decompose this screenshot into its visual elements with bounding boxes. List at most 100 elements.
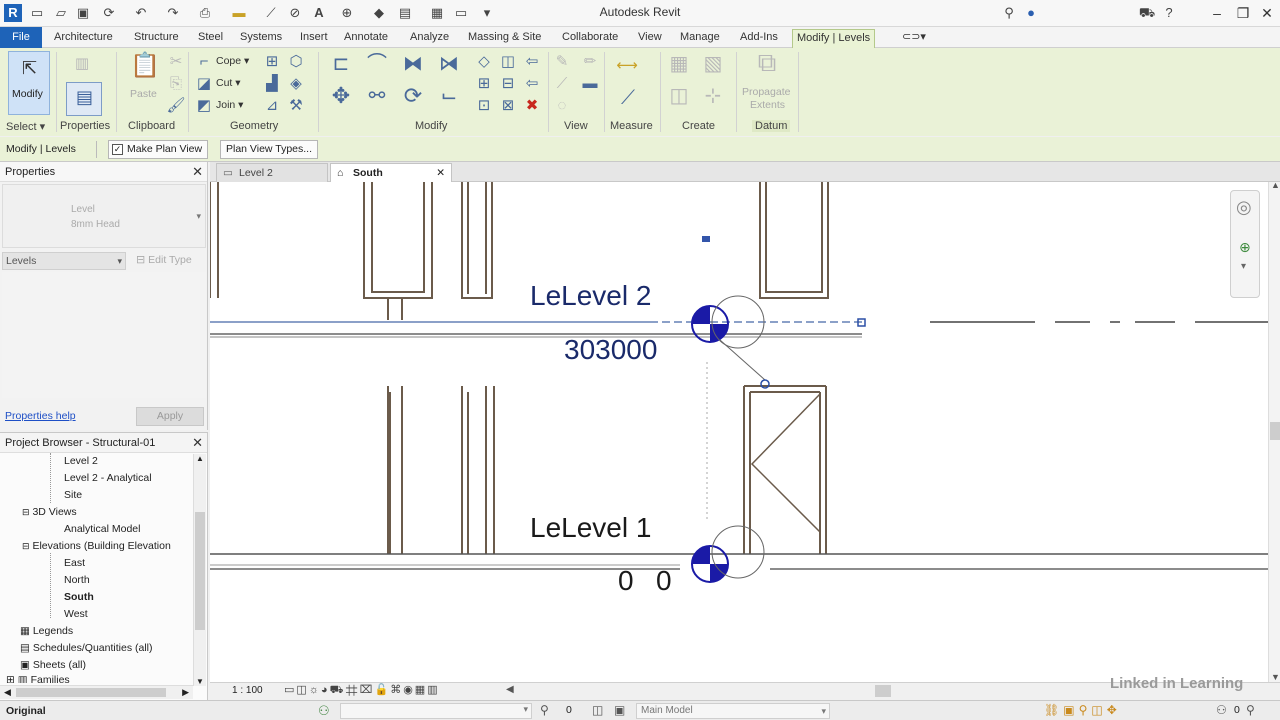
temporary-hide-icon[interactable]: ▬ [580, 74, 600, 94]
browser-item-level-2-analytical[interactable]: Level 2 - Analytical [64, 471, 152, 485]
minimize-button[interactable]: – [1206, 3, 1228, 23]
browser-item-sheets[interactable]: ▣ Sheets (all) [20, 658, 86, 672]
properties-filter[interactable]: Levels ▾ [2, 252, 126, 270]
canvas-scroll-thumb[interactable] [1270, 422, 1280, 440]
reveal-icon[interactable]: ◌ [552, 96, 572, 116]
level-1-elevation-a[interactable]: 0 [618, 565, 634, 597]
browser-item-elevations[interactable]: ⊟ Elevations (Building Elevation [22, 539, 171, 553]
help-icon[interactable]: ? [1160, 4, 1178, 22]
browser-item-south[interactable]: South [64, 590, 94, 604]
browser-hscroll-thumb[interactable] [16, 688, 166, 697]
propagate-extents-icon[interactable]: ⧉ [752, 49, 782, 82]
tab-systems[interactable]: Systems [236, 29, 286, 48]
properties-help-link[interactable]: Properties help [5, 410, 76, 422]
browser-item-east[interactable]: East [64, 556, 85, 570]
demolish-icon[interactable]: ⊿ [262, 96, 282, 116]
create-group-icon[interactable]: ◫ [666, 86, 692, 112]
exclude-options-icon[interactable]: ▣ [614, 703, 625, 717]
user-icon[interactable]: ● [1022, 4, 1040, 22]
binoculars-icon[interactable]: ⚲ [1000, 4, 1018, 22]
split-gap-icon[interactable]: ⊠ [498, 96, 518, 116]
delete-icon[interactable]: ✖ [522, 96, 542, 116]
tab-manage[interactable]: Manage [676, 29, 724, 48]
edit-type-button[interactable]: ⊟ Edit Type [132, 252, 204, 270]
browser-item-level-2[interactable]: Level 2 [64, 454, 98, 468]
select-by-face-icon[interactable]: ◫ [1091, 703, 1106, 717]
cope-label[interactable]: Cope ▾ [216, 55, 249, 67]
create-assembly-icon[interactable]: ▦ [666, 54, 692, 80]
visual-style-icon[interactable]: ◫ [296, 684, 308, 696]
browser-item-north[interactable]: North [64, 573, 90, 587]
tab-view[interactable]: View [634, 29, 666, 48]
cope-icon[interactable]: ⌐ [194, 52, 214, 72]
worksets-icon[interactable]: ⚇ [318, 703, 330, 719]
properties-button[interactable]: ▤ [66, 82, 102, 116]
create-parts-icon[interactable]: ▧ [700, 54, 726, 80]
trim-icon[interactable]: ⌙ [436, 86, 462, 112]
scroll-up-icon[interactable]: ▲ [196, 454, 204, 463]
trim-single-icon[interactable]: ⇦ [522, 74, 542, 94]
hscroll-left-icon[interactable]: ◀ [506, 684, 514, 695]
canvas-vertical-scrollbar[interactable]: ▲ ▼ [1268, 180, 1280, 682]
tab-massing-site[interactable]: Massing & Site [464, 29, 545, 48]
split-face-icon[interactable]: ⬡ [286, 52, 306, 72]
elevation-drawing[interactable] [210, 182, 1268, 682]
crop-view-icon[interactable]: ⌗ [345, 684, 359, 696]
tab-modify-levels[interactable]: Modify | Levels [792, 29, 876, 48]
select-underlay-icon[interactable]: ▣ [1063, 703, 1078, 717]
measure-between-icon[interactable]: ⟷ [612, 56, 642, 76]
select-panel-label[interactable]: Select ▾ [6, 120, 45, 133]
mirror-axis-icon[interactable]: ⧓ [400, 54, 426, 80]
scroll-right-icon[interactable]: ▶ [182, 687, 189, 698]
modify-tool-button[interactable]: ⇱ Modify [8, 51, 50, 115]
reveal-hidden-icon[interactable]: ◉ [403, 684, 415, 696]
tab-steel[interactable]: Steel [194, 29, 227, 48]
type-properties-icon[interactable]: ▥ [72, 54, 92, 74]
view-scale[interactable]: 1 : 100 [232, 685, 263, 696]
restore-button[interactable]: ❐ [1232, 3, 1254, 23]
browser-item-schedules[interactable]: ▤ Schedules/Quantities (all) [20, 641, 153, 655]
canvas-scroll-up-icon[interactable]: ▲ [1271, 180, 1280, 190]
selection-filter-icons[interactable]: ⛓▣⚲◫✥ [1044, 703, 1121, 717]
copy-icon[interactable]: ⎘ [166, 74, 186, 94]
view-tab-close-icon[interactable]: ✕ [436, 164, 445, 182]
browser-item-3d-views[interactable]: ⊟ 3D Views [22, 505, 77, 519]
browser-item-legends[interactable]: ▦ Legends [20, 624, 73, 638]
workset-dropdown[interactable]: ▾ [340, 703, 532, 719]
array-icon[interactable]: ◫ [498, 52, 518, 72]
design-option-dropdown[interactable]: Main Model ▾ [636, 703, 830, 719]
mirror-draw-icon[interactable]: ⧒ [436, 54, 462, 80]
browser-item-families[interactable]: ⊞ ▥ Families [6, 673, 70, 683]
background-process-icon[interactable]: ⚇ [1216, 703, 1227, 717]
select-pinned-icon[interactable]: ⚲ [1079, 703, 1092, 717]
type-selector[interactable]: Level 8mm Head ▾ [2, 184, 206, 248]
view-tab-south[interactable]: ⌂ South ✕ [330, 163, 452, 182]
hide-element-icon[interactable]: ✎ [552, 52, 572, 72]
level-1-elevation-b[interactable]: 0 [656, 565, 672, 597]
cart-icon[interactable]: ⛟ [1138, 4, 1156, 22]
plan-view-types-button[interactable]: Plan View Types... [220, 140, 318, 159]
detail-level-icon[interactable]: ▭ [284, 684, 296, 696]
temp-view-props-icon[interactable]: ▦ [415, 684, 427, 696]
tab-architecture[interactable]: Architecture [50, 29, 117, 48]
align-icon[interactable]: ⊏ [328, 54, 354, 80]
cut-geometry-label[interactable]: Cut ▾ [216, 77, 241, 89]
browser-item-west[interactable]: West [64, 607, 88, 621]
view-control-icons[interactable]: ▭◫☼◕⛟⌗⌧🔓⌘◉▦▥ [284, 683, 440, 698]
zoom-icon[interactable]: ⊕ [1239, 239, 1251, 256]
level-2-name[interactable]: LeLevel 2 [530, 280, 651, 312]
select-links-icon[interactable]: ⛓ [1044, 703, 1063, 717]
level-1-name[interactable]: LeLevel 1 [530, 512, 651, 544]
linework-icon[interactable]: ⟋ [552, 74, 572, 94]
create-similar-icon[interactable]: ⊹ [700, 86, 726, 112]
filter-icon[interactable]: ⚲ [1246, 703, 1255, 717]
join-label[interactable]: Join ▾ [216, 99, 243, 111]
cut-geometry-icon[interactable]: ◪ [194, 74, 214, 94]
copy-element-icon[interactable]: ⚯ [364, 86, 390, 112]
trim-multiple-icon[interactable]: ⊡ [474, 96, 494, 116]
steering-wheel-icon[interactable]: ◎ [1236, 197, 1252, 218]
temp-hide-icon[interactable]: ⌘ [390, 684, 403, 696]
drawing-canvas[interactable]: LeLevel 2 303000 LeLevel 1 0 0 ◎ ⊕ ▾ [210, 182, 1268, 682]
drag-elements-icon[interactable]: ✥ [1107, 703, 1121, 717]
canvas-hscroll-thumb[interactable] [875, 685, 891, 697]
